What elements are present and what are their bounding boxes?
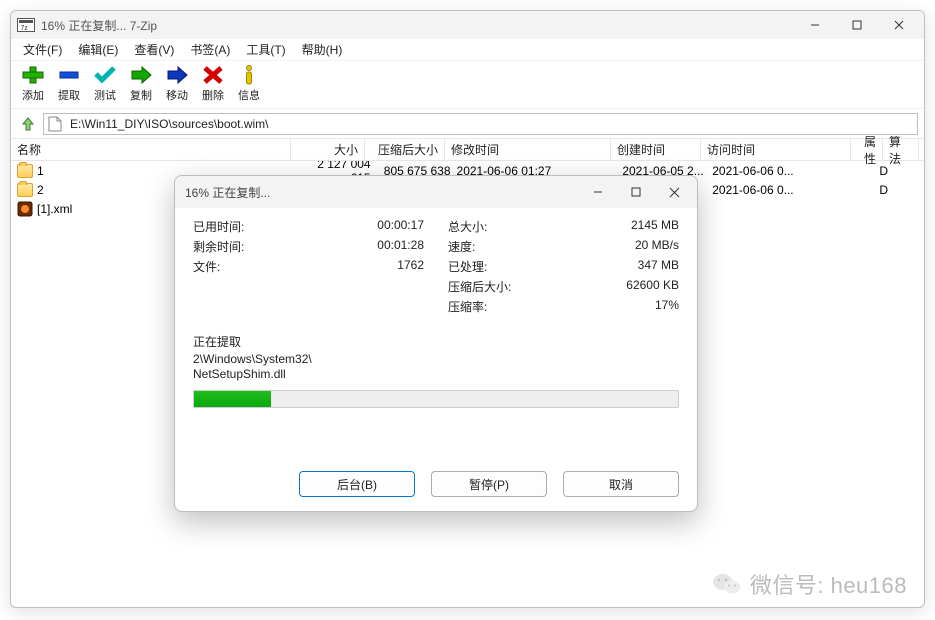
toolbar-delete[interactable]: 删除 [197, 63, 229, 103]
col-alg[interactable]: 算法 [883, 139, 919, 160]
window-title: 16% 正在复制... 7-Zip [41, 17, 794, 34]
extracting-label: 正在提取 [193, 333, 679, 350]
cancel-button[interactable]: 取消 [563, 471, 679, 497]
dialog-titlebar: 16% 正在复制... [175, 176, 697, 208]
toolbar-move-label: 移动 [166, 87, 188, 103]
address-input[interactable]: E:\Win11_DIY\ISO\sources\boot.wim\ [43, 113, 918, 135]
cell-accessed: 2021-06-06 0... [706, 164, 856, 178]
x-icon [201, 65, 225, 85]
files-label: 文件: [193, 258, 220, 275]
toolbar-test[interactable]: 测试 [89, 63, 121, 103]
col-accessed[interactable]: 访问时间 [701, 139, 851, 160]
list-header: 名称 大小 压缩后大小 修改时间 创建时间 访问时间 属性 算法 [11, 139, 924, 161]
processed-label: 已处理: [448, 258, 487, 275]
watermark: 微信号: heu168 [712, 568, 907, 600]
check-icon [93, 65, 117, 85]
stats-left: 已用时间: 00:00:17 剩余时间: 00:01:28 文件: 1762 [193, 218, 424, 315]
info-icon [237, 65, 261, 85]
background-button[interactable]: 后台(B) [299, 471, 415, 497]
menubar: 文件(F) 编辑(E) 查看(V) 书签(A) 工具(T) 帮助(H) [11, 39, 924, 61]
col-size[interactable]: 大小 [291, 139, 365, 160]
packed-label: 压缩后大小: [448, 278, 511, 295]
toolbar-info[interactable]: 信息 [233, 63, 265, 103]
toolbar: 添加 提取 测试 复制 移动 删除 信息 [11, 61, 924, 109]
xml-file-icon [17, 201, 33, 217]
menu-edit[interactable]: 编辑(E) [70, 39, 126, 60]
wechat-icon [712, 570, 742, 598]
dialog-close-button[interactable] [655, 178, 693, 206]
folder-icon [17, 183, 33, 197]
stats-right: 总大小: 2145 MB 速度: 20 MB/s 已处理: 347 MB 压缩后大小:… [448, 218, 679, 315]
app-icon: 7z [17, 17, 35, 33]
speed-label: 速度: [448, 238, 475, 255]
current-file: 2\Windows\System32\ NetSetupShim.dll [193, 352, 679, 382]
ratio-label: 压缩率: [448, 298, 487, 315]
toolbar-copy-label: 复制 [130, 87, 152, 103]
processed-value: 347 MB [638, 258, 679, 275]
toolbar-extract-label: 提取 [58, 87, 80, 103]
speed-value: 20 MB/s [635, 238, 679, 255]
file-name: 2 [37, 183, 44, 197]
svg-text:7z: 7z [21, 25, 29, 32]
toolbar-test-label: 测试 [94, 87, 116, 103]
col-packed[interactable]: 压缩后大小 [365, 139, 445, 160]
progress-dialog: 16% 正在复制... 已用时间: 00:00:17 剩余时间: 00:01:28 … [174, 175, 698, 512]
toolbar-move[interactable]: 移动 [161, 63, 193, 103]
progress-bar [193, 390, 679, 408]
dialog-title: 16% 正在复制... [185, 184, 579, 201]
minus-icon [57, 65, 81, 85]
titlebar: 7z 16% 正在复制... 7-Zip [11, 11, 924, 39]
address-path: E:\Win11_DIY\ISO\sources\boot.wim\ [70, 117, 269, 131]
maximize-button[interactable] [836, 11, 878, 39]
col-created[interactable]: 创建时间 [611, 139, 701, 160]
current-path: 2\Windows\System32\ [193, 352, 679, 367]
files-value: 1762 [397, 258, 424, 275]
file-name: [1].xml [37, 202, 72, 216]
arrow-right-icon [129, 65, 153, 85]
toolbar-extract[interactable]: 提取 [53, 63, 85, 103]
dialog-buttons: 后台(B) 暂停(P) 取消 [175, 471, 697, 511]
total-value: 2145 MB [631, 218, 679, 235]
arrow-right-dark-icon [165, 65, 189, 85]
up-button[interactable] [17, 113, 39, 135]
toolbar-add-label: 添加 [22, 87, 44, 103]
toolbar-info-label: 信息 [238, 87, 260, 103]
file-name: 1 [37, 164, 44, 178]
plus-icon [21, 65, 45, 85]
cell-attr: D [856, 164, 888, 178]
minimize-button[interactable] [794, 11, 836, 39]
menu-help[interactable]: 帮助(H) [294, 39, 351, 60]
folder-icon [17, 164, 33, 178]
elapsed-label: 已用时间: [193, 218, 244, 235]
cell-accessed: 2021-06-06 0... [706, 183, 856, 197]
menu-tools[interactable]: 工具(T) [238, 39, 293, 60]
pause-button[interactable]: 暂停(P) [431, 471, 547, 497]
menu-view[interactable]: 查看(V) [126, 39, 182, 60]
menu-file[interactable]: 文件(F) [15, 39, 70, 60]
progress-fill [194, 391, 271, 407]
stats: 已用时间: 00:00:17 剩余时间: 00:01:28 文件: 1762 总大小:… [193, 218, 679, 315]
col-modified[interactable]: 修改时间 [445, 139, 611, 160]
dialog-maximize-button[interactable] [617, 178, 655, 206]
packed-value: 62600 KB [626, 278, 679, 295]
remaining-label: 剩余时间: [193, 238, 244, 255]
dialog-minimize-button[interactable] [579, 178, 617, 206]
toolbar-delete-label: 删除 [202, 87, 224, 103]
toolbar-copy[interactable]: 复制 [125, 63, 157, 103]
menu-bookmarks[interactable]: 书签(A) [182, 39, 238, 60]
current-filename: NetSetupShim.dll [193, 367, 679, 382]
remaining-value: 00:01:28 [377, 238, 424, 255]
watermark-text: 微信号: heu168 [750, 568, 907, 600]
page-icon [48, 116, 64, 132]
total-label: 总大小: [448, 218, 487, 235]
col-name[interactable]: 名称 [11, 139, 291, 160]
col-attr[interactable]: 属性 [851, 139, 883, 160]
toolbar-add[interactable]: 添加 [17, 63, 49, 103]
address-bar: E:\Win11_DIY\ISO\sources\boot.wim\ [11, 109, 924, 139]
elapsed-value: 00:00:17 [377, 218, 424, 235]
cell-attr: D [856, 183, 888, 197]
dialog-body: 已用时间: 00:00:17 剩余时间: 00:01:28 文件: 1762 总大小:… [175, 208, 697, 471]
ratio-value: 17% [655, 298, 679, 315]
close-button[interactable] [878, 11, 920, 39]
